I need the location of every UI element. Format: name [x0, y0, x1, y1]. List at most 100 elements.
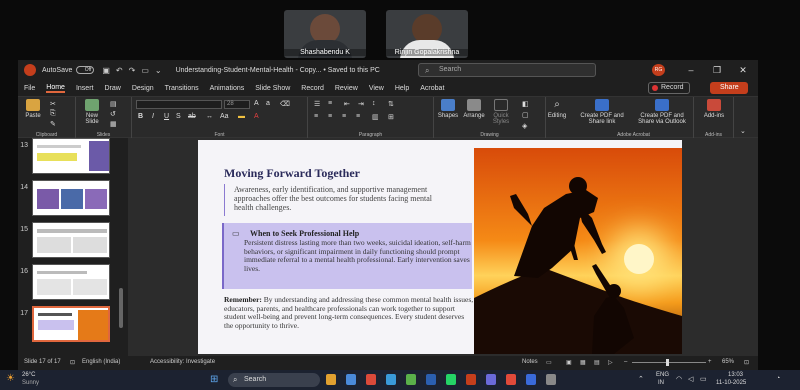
- font-color-icon[interactable]: A: [254, 113, 259, 120]
- language-indicator[interactable]: English (India): [82, 359, 120, 365]
- notifications-icon[interactable]: ◔: [776, 375, 780, 382]
- change-case-icon[interactable]: Aa: [220, 113, 229, 120]
- slideshow-view-icon[interactable]: ▷: [608, 359, 613, 366]
- spelling-icon[interactable]: ⊡: [70, 359, 75, 366]
- silhouette-helping-hand-image[interactable]: [474, 148, 682, 354]
- fit-slide-icon[interactable]: ⊡: [744, 359, 749, 366]
- bold-icon[interactable]: B: [138, 113, 143, 120]
- editing-button[interactable]: ⌕ Editing: [546, 99, 568, 119]
- taskbar-app-icon[interactable]: [326, 374, 336, 385]
- justify-icon[interactable]: ≡: [356, 113, 360, 120]
- record-button[interactable]: Record: [648, 82, 690, 94]
- user-avatar[interactable]: RG: [652, 64, 665, 76]
- increase-font-icon[interactable]: A: [254, 100, 259, 107]
- align-center-icon[interactable]: ≡: [328, 113, 332, 120]
- line-spacing-icon[interactable]: ↕: [372, 100, 376, 107]
- wifi-icon[interactable]: ◠: [676, 375, 682, 383]
- weather-temp[interactable]: 26°C: [22, 372, 35, 378]
- menu-acrobat[interactable]: Acrobat: [420, 85, 444, 92]
- accessibility-status[interactable]: Accessibility: Investigate: [150, 359, 215, 365]
- reset-icon[interactable]: ↺: [110, 110, 116, 118]
- zoom-slider[interactable]: [632, 362, 706, 363]
- slide-thumbnail[interactable]: [32, 222, 110, 258]
- slide-sorter-icon[interactable]: ▦: [580, 359, 586, 366]
- zoom-in-icon[interactable]: +: [708, 359, 712, 365]
- normal-view-icon[interactable]: ▣: [566, 359, 572, 366]
- menu-record[interactable]: Record: [301, 85, 324, 92]
- minimize-button[interactable]: –: [678, 62, 704, 78]
- language-in[interactable]: IN: [658, 380, 664, 386]
- share-button[interactable]: Share: [710, 82, 748, 94]
- underline-icon[interactable]: U: [164, 113, 169, 120]
- whatsapp-icon[interactable]: [446, 374, 456, 385]
- word-app-icon[interactable]: [426, 374, 436, 385]
- create-pdf-share-link-button[interactable]: Create PDF and Share link: [574, 99, 630, 125]
- font-size-select[interactable]: 28: [224, 100, 250, 109]
- present-icon[interactable]: ▭: [141, 66, 149, 75]
- language-eng[interactable]: ENG: [656, 372, 669, 378]
- layout-icon[interactable]: ▤: [110, 100, 117, 108]
- taskbar-app-icon[interactable]: [406, 374, 416, 385]
- shape-outline-icon[interactable]: ▢: [522, 111, 529, 119]
- numbering-icon[interactable]: ≡: [328, 100, 332, 107]
- battery-icon[interactable]: ▭: [700, 375, 707, 383]
- paste-button[interactable]: Paste: [22, 99, 44, 119]
- slide-thumbnail[interactable]: [32, 264, 110, 300]
- arrange-button[interactable]: Arrange: [462, 99, 486, 119]
- weather-desc[interactable]: Sunny: [22, 380, 39, 386]
- notes-button[interactable]: Notes: [522, 359, 538, 365]
- display-settings-icon[interactable]: ▭: [546, 359, 552, 366]
- clock-date[interactable]: 11-10-2025: [716, 380, 746, 386]
- chrome-icon[interactable]: [506, 374, 516, 385]
- save-icon[interactable]: ▣: [102, 66, 110, 75]
- windows-start-icon[interactable]: ⊞: [210, 374, 218, 385]
- taskbar-app-icon[interactable]: [366, 374, 376, 385]
- clock-time[interactable]: 13:03: [728, 372, 743, 378]
- slide-thumbnail-selected[interactable]: [32, 306, 110, 342]
- shape-effects-icon[interactable]: ◈: [522, 122, 527, 130]
- menu-transitions[interactable]: Transitions: [165, 85, 199, 92]
- taskbar-app-icon[interactable]: [546, 374, 556, 385]
- align-left-icon[interactable]: ≡: [314, 113, 318, 120]
- section-icon[interactable]: ▦: [110, 120, 117, 128]
- menu-view[interactable]: View: [369, 85, 384, 92]
- align-right-icon[interactable]: ≡: [342, 113, 346, 120]
- add-ins-button[interactable]: Add-ins: [700, 99, 728, 119]
- thumbnails-scrollbar[interactable]: [119, 288, 123, 328]
- increase-indent-icon[interactable]: ⇥: [358, 100, 364, 108]
- shadow-icon[interactable]: S: [176, 113, 181, 120]
- participant-tile[interactable]: Rinjin Gopalakrishna: [386, 10, 468, 58]
- shapes-button[interactable]: Shapes: [436, 99, 460, 119]
- zoom-out-icon[interactable]: –: [624, 359, 627, 365]
- taskbar-app-icon[interactable]: [486, 374, 496, 385]
- menu-review[interactable]: Review: [335, 85, 358, 92]
- slide-thumbnail[interactable]: [32, 180, 110, 216]
- smartart-icon[interactable]: ⊞: [388, 113, 394, 121]
- decrease-font-icon[interactable]: a: [266, 100, 270, 107]
- remember-paragraph[interactable]: Remember: By understanding and addressin…: [224, 295, 474, 330]
- zoom-slider-thumb[interactable]: [666, 359, 669, 366]
- powerpoint-app-icon[interactable]: [466, 374, 476, 385]
- clear-format-icon[interactable]: ⌫: [280, 100, 290, 108]
- taskbar-app-icon[interactable]: [386, 374, 396, 385]
- restore-button[interactable]: ❐: [704, 62, 730, 78]
- search-box[interactable]: ⌕ Search: [418, 63, 596, 77]
- weather-icon[interactable]: ☀: [6, 373, 15, 384]
- participant-tile[interactable]: Shashabendu K: [284, 10, 366, 58]
- menu-home[interactable]: Home: [46, 84, 65, 93]
- volume-icon[interactable]: ◁: [688, 375, 693, 383]
- menu-help[interactable]: Help: [395, 85, 409, 92]
- columns-icon[interactable]: ▥: [372, 113, 379, 121]
- autosave-toggle[interactable]: Off: [76, 66, 95, 74]
- italic-icon[interactable]: I: [152, 113, 154, 120]
- highlight-icon[interactable]: ▬: [238, 113, 245, 120]
- collapse-ribbon-icon[interactable]: ⌄: [740, 127, 746, 135]
- redo-icon[interactable]: ↷: [129, 66, 136, 75]
- zoom-level[interactable]: 65%: [722, 359, 734, 365]
- create-pdf-outlook-button[interactable]: Create PDF and Share via Outlook: [632, 99, 692, 125]
- slide-subtitle[interactable]: Awareness, early identification, and sup…: [234, 185, 444, 212]
- close-button[interactable]: ✕: [730, 62, 756, 78]
- char-spacing-icon[interactable]: ↔: [206, 113, 213, 120]
- menu-design[interactable]: Design: [132, 85, 154, 92]
- taskbar-app-icon[interactable]: [346, 374, 356, 385]
